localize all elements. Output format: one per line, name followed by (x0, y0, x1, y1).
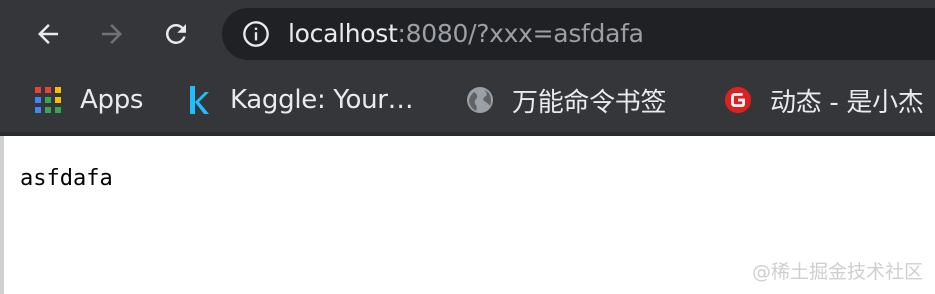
url-text[interactable]: localhost:8080/?xxx=asfdafa (288, 17, 644, 51)
toolbar: localhost:8080/?xxx=asfdafa (0, 0, 935, 68)
address-bar[interactable]: localhost:8080/?xxx=asfdafa (222, 8, 935, 60)
forward-button[interactable] (92, 14, 132, 54)
back-button[interactable] (28, 14, 68, 54)
g-logo-icon (724, 86, 752, 114)
url-path: :8080/?xxx=asfdafa (397, 19, 644, 48)
globe-icon (466, 86, 494, 114)
watermark: @稀土掘金技术社区 (751, 261, 923, 283)
reload-button[interactable] (156, 14, 196, 54)
info-icon[interactable] (242, 20, 270, 48)
bookmark-dynamic[interactable]: 动态 - 是小杰 (724, 80, 924, 120)
bookmark-label: 万能命令书签 (512, 87, 667, 118)
apps-grid-icon (34, 86, 62, 114)
bookmark-label: 动态 - 是小杰 (770, 87, 924, 118)
page-content: asfdafa @稀土掘金技术社区 (0, 136, 935, 294)
forward-arrow-icon (102, 24, 122, 44)
bookmark-commands[interactable]: 万能命令书签 (466, 80, 667, 120)
reload-icon (165, 23, 186, 44)
bookmarks-bar: Apps Kaggle: Your… 万能命令书签 动态 - 是小杰 (0, 68, 935, 132)
bookmark-kaggle[interactable]: Kaggle: Your… (184, 80, 414, 120)
browser-chrome: localhost:8080/?xxx=asfdafa Apps Kaggle:… (0, 0, 935, 136)
url-host: localhost (288, 19, 398, 48)
body-text: asfdafa (20, 166, 113, 191)
back-arrow-icon (38, 24, 58, 44)
window-edge (0, 136, 4, 294)
bookmark-label: Kaggle: Your… (230, 85, 414, 115)
bookmark-apps[interactable]: Apps (34, 80, 143, 120)
kaggle-k-icon (184, 86, 212, 114)
bookmark-label: Apps (80, 85, 144, 115)
